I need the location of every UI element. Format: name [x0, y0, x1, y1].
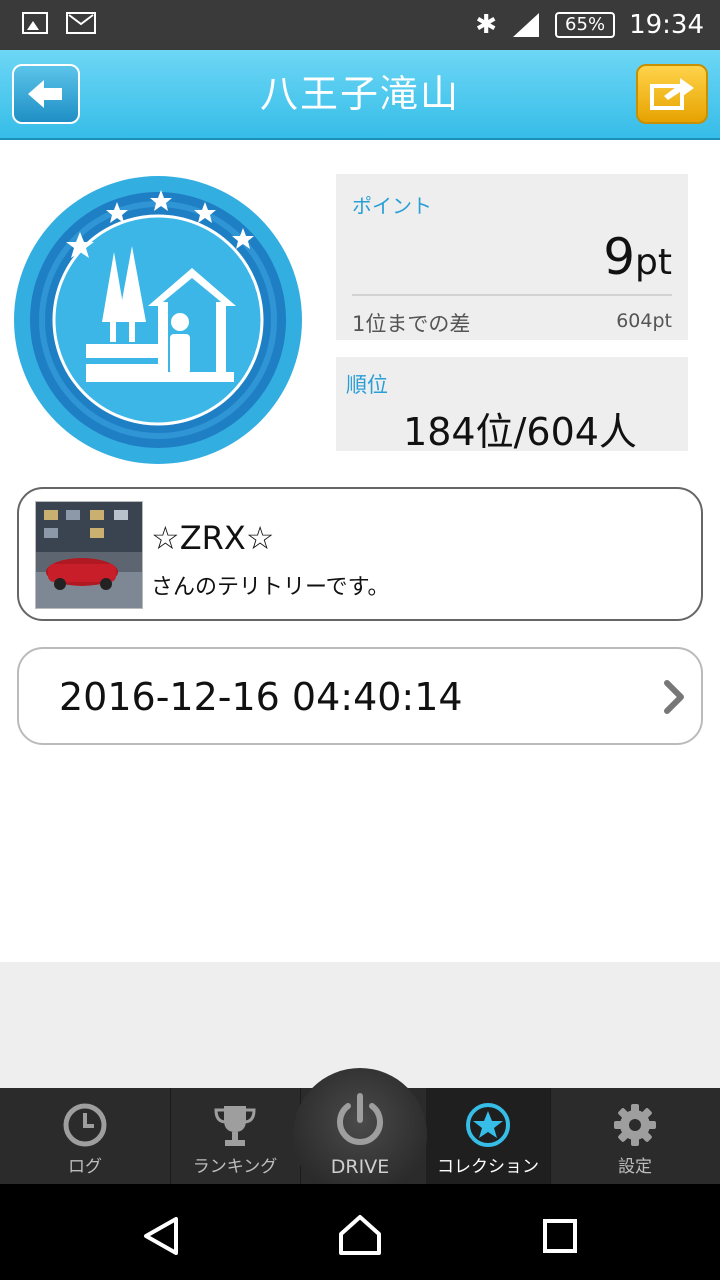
clock-icon [63, 1103, 107, 1147]
mail-notification-icon [66, 12, 96, 34]
territory-owner-card[interactable]: ☆ZRX☆ さんのテリトリーです。 [17, 487, 703, 621]
tab-ranking-label: ランキング [192, 1157, 278, 1177]
battery-indicator: 65% [555, 12, 616, 38]
page-title: 八王子滝山 [259, 72, 460, 116]
gallery-notification-icon [22, 12, 48, 34]
trophy-icon [214, 1106, 256, 1146]
status-bar: ✱ 65% 19:34 [0, 0, 720, 50]
history-row[interactable]: 2016-12-16 04:40:14 [17, 647, 703, 745]
divider [352, 294, 672, 296]
share-icon [650, 78, 694, 110]
app-header: 八王子滝山 [0, 50, 720, 140]
tab-collection-label: コレクション [437, 1157, 539, 1177]
tab-settings-label: 設定 [618, 1157, 652, 1177]
tab-log-label: ログ [68, 1157, 102, 1177]
system-nav-bar [0, 1184, 720, 1280]
points-unit: pt [635, 242, 672, 283]
gear-icon [614, 1104, 656, 1146]
home-nav-icon[interactable] [338, 1214, 382, 1256]
territory-badge-icon [14, 176, 302, 464]
drive-label: DRIVE [330, 1156, 390, 1178]
owner-territory-text: さんのテリトリーです。 [151, 575, 390, 600]
points-value: 9pt [603, 228, 672, 286]
share-button[interactable] [636, 64, 708, 124]
chevron-right-icon [664, 680, 684, 714]
clock-time: 19:34 [629, 10, 704, 40]
gap-to-first-label: 1位までの差 [352, 312, 471, 336]
gap-to-first-value: 604pt [616, 310, 672, 332]
tab-settings[interactable]: 設定 [550, 1088, 720, 1184]
owner-name: ☆ZRX☆ [151, 519, 275, 557]
star-icon [466, 1103, 510, 1147]
points-number: 9 [603, 228, 636, 286]
tab-log[interactable]: ログ [0, 1088, 171, 1184]
rank-label: 順位 [346, 373, 388, 397]
points-label: ポイント [352, 194, 432, 218]
recents-nav-icon[interactable] [542, 1218, 578, 1254]
bluetooth-icon: ✱ [475, 10, 498, 40]
power-icon [337, 1093, 383, 1145]
points-card: ポイント 9pt 1位までの差 604pt [336, 174, 688, 340]
back-nav-icon[interactable] [142, 1216, 182, 1256]
owner-avatar [35, 501, 143, 609]
tab-ranking[interactable]: ランキング [170, 1088, 301, 1184]
tab-collection[interactable]: コレクション [426, 1088, 551, 1184]
rank-value: 184位/604人 [403, 410, 637, 454]
signal-icon [513, 13, 540, 37]
rank-card: 順位 184位/604人 [336, 357, 688, 454]
history-datetime: 2016-12-16 04:40:14 [59, 675, 463, 719]
drive-button[interactable]: DRIVE [293, 1068, 427, 1202]
